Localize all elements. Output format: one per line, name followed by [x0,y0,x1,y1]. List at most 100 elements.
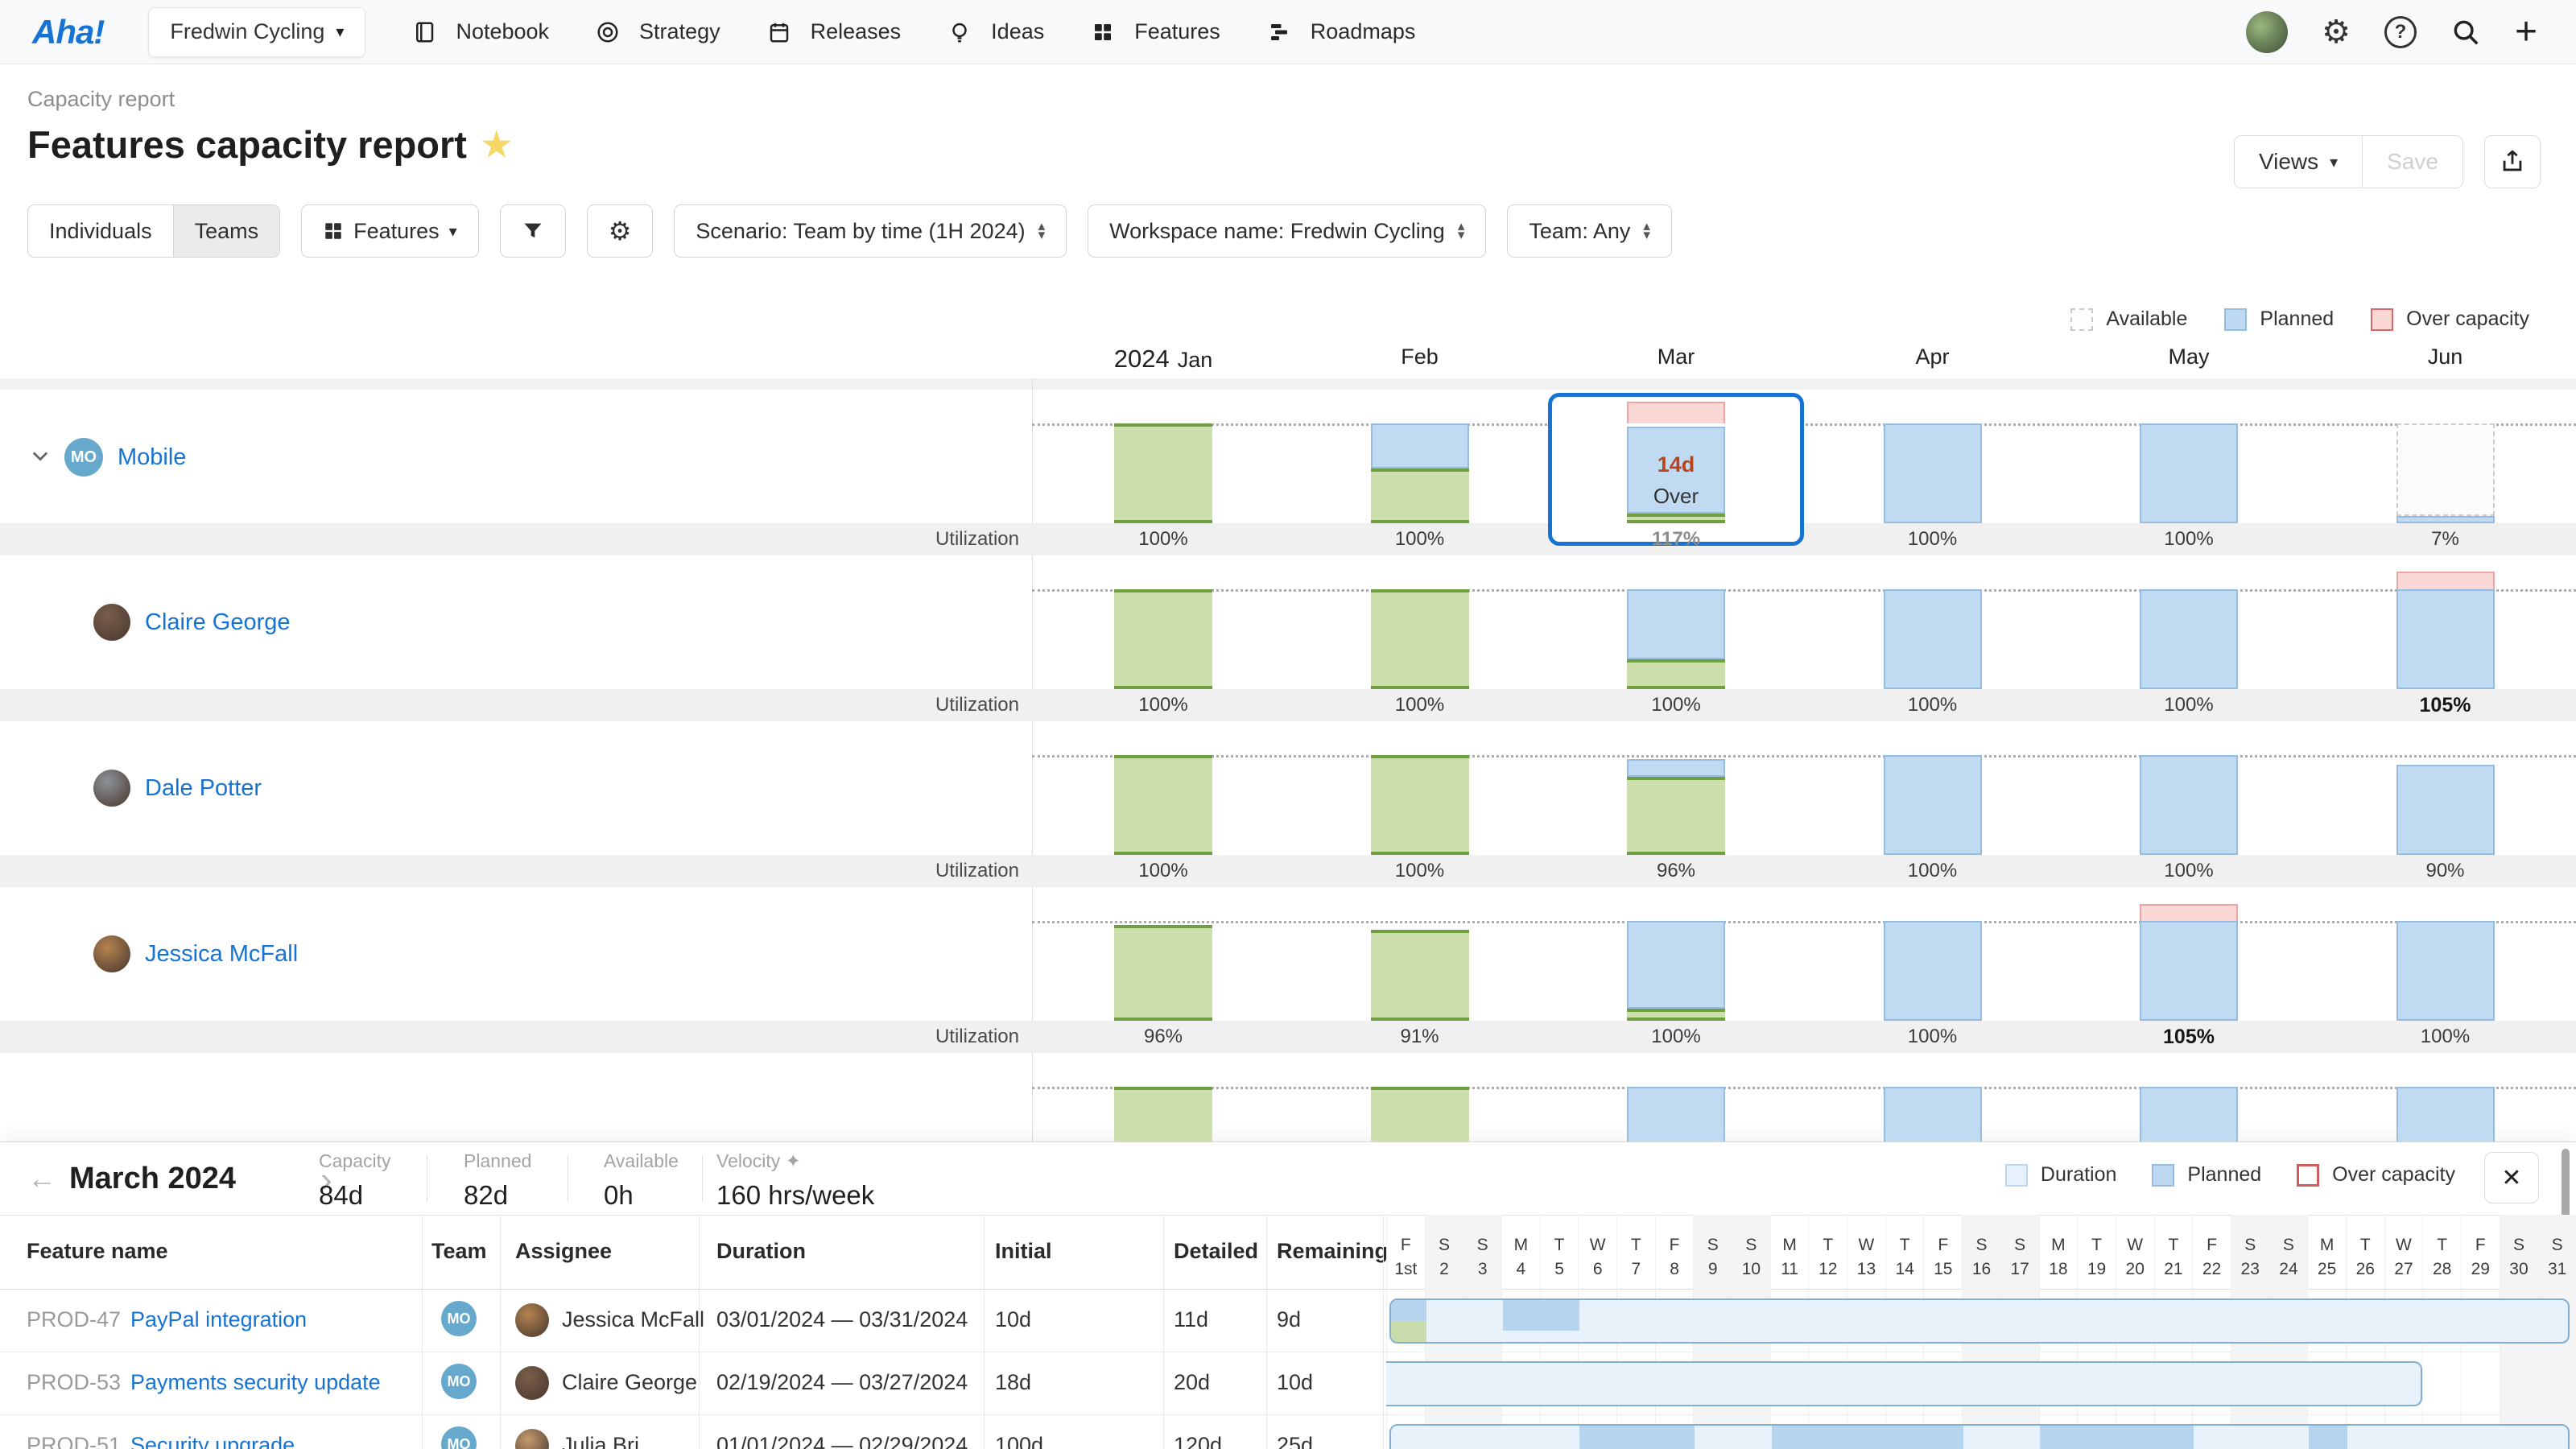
column-header-assignee: Assignee [515,1239,613,1263]
day-letter: W [2127,1236,2144,1254]
settings-gear-icon[interactable]: ⚙ [2322,14,2351,51]
bar-segment-planned[interactable] [1627,759,1725,777]
day-letter: S [1975,1236,1988,1254]
nav-item-strategy[interactable]: Strategy [596,19,720,44]
bar-segment-green[interactable] [1114,1087,1212,1141]
share-button[interactable] [2484,135,2541,188]
nav-item-releases[interactable]: Releases [767,19,901,44]
person-name-link[interactable]: Dale Potter [145,775,262,802]
bar-segment-planned[interactable] [1883,423,1982,523]
add-plus-icon[interactable]: + [2515,12,2537,51]
workspace-switcher[interactable]: Fredwin Cycling ▾ [148,6,366,57]
bar-segment-green[interactable] [1114,589,1212,689]
bar-segment-planned[interactable] [1627,589,1725,659]
bar-segment-planned[interactable] [2140,755,2238,855]
day-letter: M [1513,1236,1529,1254]
breadcrumb: Capacity report [27,87,175,111]
workspace-filter-dropdown[interactable]: Workspace name: Fredwin Cycling ▴ ▾ [1088,204,1487,258]
utilization-pct-may: 100% [2164,860,2214,881]
feature-link[interactable]: Security upgrade [130,1433,295,1449]
individuals-toggle[interactable]: Individuals [28,205,173,257]
assignee-avatar [515,1303,549,1337]
nav-item-ideas[interactable]: Ideas [947,19,1044,44]
bar-segment-planned[interactable] [1627,1087,1725,1141]
bar-segment-planned[interactable] [1627,921,1725,1009]
features-dropdown[interactable]: Features ▾ [301,204,479,258]
team-filter-dropdown[interactable]: Team: Any ▴ ▾ [1507,204,1672,258]
day-letter: T [2437,1236,2448,1254]
bar-segment-planned[interactable] [2396,589,2495,689]
legend-over-capacity: Over capacity [2297,1163,2455,1187]
bar-segment-planned[interactable] [2140,1087,2238,1141]
bar-segment-green[interactable] [1114,925,1212,1021]
day-number: 5 [1554,1260,1564,1278]
bar-over-capacity[interactable] [1627,402,1725,423]
views-save-group: Views ▾ Save [2233,135,2463,188]
chevron-down-icon: ▾ [336,23,345,41]
bar-segment-available[interactable] [2396,423,2495,516]
duration-swatch [2004,1163,2028,1187]
gantt-bar[interactable] [1386,1361,2422,1406]
person-name-link[interactable]: Jessica McFall [145,941,298,968]
scenario-dropdown[interactable]: Scenario: Team by time (1H 2024) ▴ ▾ [674,204,1067,258]
nav-item-roadmaps[interactable]: Roadmaps [1267,19,1415,44]
bar-segment-green[interactable] [1114,755,1212,855]
bar-segment-green[interactable] [1627,514,1725,523]
bar-segment-planned[interactable] [2140,589,2238,689]
bar-segment-planned[interactable] [1883,589,1982,689]
bar-segment-green[interactable] [1370,1087,1469,1141]
gantt-bar[interactable] [1389,1424,2570,1449]
gantt-bar[interactable] [1389,1298,2570,1344]
day-number: 2 [1439,1260,1449,1278]
day-number: 18 [2049,1260,2068,1278]
nav-item-features[interactable]: Features [1091,19,1220,44]
help-icon[interactable]: ? [2384,15,2417,48]
bar-segment-planned[interactable] [2396,1087,2495,1141]
bar-segment-green[interactable] [1370,755,1469,855]
day-letter: T [2091,1236,2102,1254]
feature-link[interactable]: Payments security update [130,1370,381,1394]
bar-segment-planned[interactable] [2140,423,2238,523]
collapse-chevron-icon[interactable] [29,444,52,471]
team-name-link[interactable]: Mobile [118,444,186,471]
chart-settings-gear-button[interactable]: ⚙ [586,204,654,258]
favorite-star-icon[interactable]: ★ [481,125,512,164]
user-avatar[interactable] [2246,10,2289,53]
nav-items: Notebook Strategy Releases Ideas Features Roa… [365,19,1415,44]
feature-link[interactable]: PayPal integration [130,1307,307,1331]
save-button[interactable]: Save [2363,136,2462,188]
nav-item-notebook[interactable]: Notebook [412,19,549,44]
bar-over-capacity[interactable] [2396,572,2495,589]
aha-logo[interactable]: Aha! [32,13,105,52]
teams-toggle[interactable]: Teams [172,205,280,257]
day-number: 31 [2547,1260,2567,1278]
filter-funnel-button[interactable] [499,204,566,258]
bar-segment-green[interactable] [1627,659,1725,689]
stat-divider [702,1155,703,1202]
remaining-estimate-cell: 10d [1277,1370,1314,1394]
top-nav: Aha! Fredwin Cycling ▾ Notebook Strategy R… [0,0,2576,64]
views-button[interactable]: Views ▾ [2235,136,2363,188]
utilization-pct-mar: 100% [1651,694,1701,716]
bar-segment-green[interactable] [1627,1009,1725,1021]
bar-segment-green[interactable] [1627,777,1725,855]
bar-segment-green[interactable] [1370,930,1469,1021]
bar-segment-planned[interactable] [2396,921,2495,1021]
bar-segment-green[interactable] [1370,589,1469,689]
bar-segment-planned[interactable] [1883,1087,1982,1141]
bar-segment-planned[interactable] [1883,921,1982,1021]
bar-segment-green[interactable] [1114,423,1212,523]
person-name-link[interactable]: Claire George [145,609,291,636]
search-icon[interactable] [2450,17,2481,47]
previous-month-arrow[interactable]: ← [27,1162,56,1195]
bar-segment-planned[interactable] [2396,765,2495,855]
bar-segment-green[interactable] [1370,469,1469,523]
stat-available: Available 0h [604,1150,679,1211]
close-panel-button[interactable]: ✕ [2484,1152,2539,1203]
bar-segment-planned[interactable] [2140,921,2238,1021]
bar-segment-planned[interactable] [2396,516,2495,523]
bar-segment-planned[interactable] [1883,755,1982,855]
bar-segment-planned[interactable] [1370,423,1469,469]
nav-item-label: Features [1134,19,1220,43]
bar-over-capacity[interactable] [2140,904,2238,921]
